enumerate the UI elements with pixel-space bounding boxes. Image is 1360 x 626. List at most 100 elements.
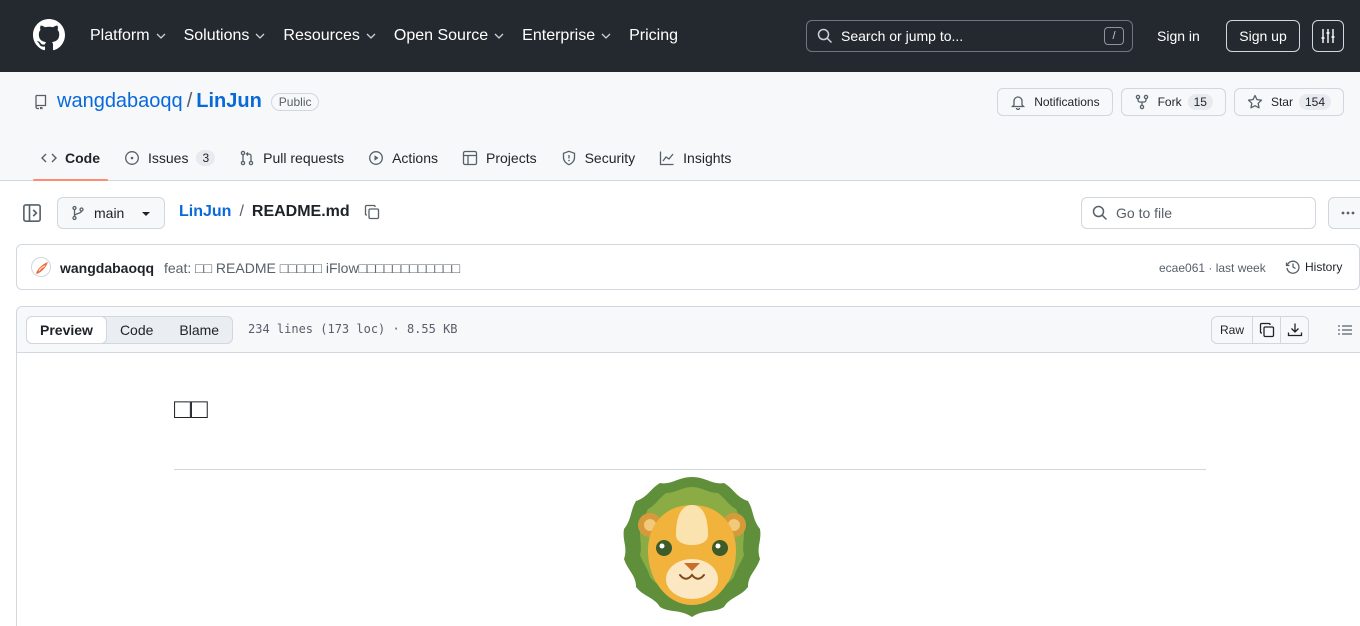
chevron-down-icon xyxy=(156,33,166,39)
copy-icon xyxy=(1259,322,1274,338)
star-count: 154 xyxy=(1298,94,1331,110)
sign-in-link[interactable]: Sign in xyxy=(1146,20,1211,52)
tab-label: Actions xyxy=(392,150,439,166)
tab-security[interactable]: Security xyxy=(553,136,644,180)
avatar-image xyxy=(36,262,48,274)
nav-label: Open Source xyxy=(393,27,489,44)
shield-icon xyxy=(562,150,575,166)
download-icon xyxy=(1287,323,1302,337)
tab-insights[interactable]: Insights xyxy=(651,136,739,180)
code-icon xyxy=(41,153,57,163)
history-label: History xyxy=(1305,260,1343,274)
tab-label: Projects xyxy=(486,150,537,166)
tab-code[interactable]: Code xyxy=(33,136,108,181)
nav-label: Enterprise xyxy=(522,27,596,44)
nav-pricing[interactable]: Pricing xyxy=(629,27,678,45)
tab-label: Code xyxy=(65,150,100,166)
breadcrumb: LinJun / README.md xyxy=(179,203,380,221)
go-to-file-input[interactable]: Go to file xyxy=(1081,197,1316,229)
copy-path-icon[interactable] xyxy=(364,204,380,220)
global-search-input[interactable]: Search or jump to... / xyxy=(806,20,1133,52)
fork-count: 15 xyxy=(1187,94,1213,110)
repo-owner-link[interactable]: wangdabaoqq xyxy=(57,90,183,113)
history-icon xyxy=(1285,260,1300,274)
menu-button[interactable] xyxy=(1312,20,1344,52)
commit-author-link[interactable]: wangdabaoqq xyxy=(60,260,154,276)
search-icon xyxy=(817,28,833,44)
more-options-button[interactable] xyxy=(1328,197,1360,229)
breadcrumb-repo-link[interactable]: LinJun xyxy=(179,203,231,221)
sliders-icon xyxy=(1321,29,1335,43)
file-viewer: Preview Code Blame 234 lines (173 loc) ·… xyxy=(16,306,1360,626)
tab-pull-requests[interactable]: Pull requests xyxy=(231,136,352,180)
nav-label: Pricing xyxy=(629,27,678,44)
visibility-badge: Public xyxy=(270,92,320,111)
graph-icon xyxy=(660,151,674,166)
nav-solutions[interactable]: Solutions xyxy=(184,27,266,45)
history-button[interactable]: History xyxy=(1285,259,1342,275)
nav-label: Resources xyxy=(283,27,360,44)
bell-icon xyxy=(1011,96,1026,110)
readme-content: □□ xyxy=(174,353,1206,617)
kebab-horizontal-icon xyxy=(1341,211,1355,215)
play-icon xyxy=(369,151,384,165)
caret-down-icon xyxy=(142,212,150,216)
tab-label: Insights xyxy=(683,150,732,166)
fork-label: Fork xyxy=(1157,95,1182,109)
commit-sha-time[interactable]: ecae061 · last week xyxy=(1159,261,1266,275)
lion-mascot-image xyxy=(623,477,761,617)
notifications-button[interactable]: Notifications xyxy=(997,88,1113,116)
star-icon xyxy=(1247,94,1263,109)
fork-button[interactable]: Fork 15 xyxy=(1120,88,1226,116)
tab-label: Issues xyxy=(148,150,189,166)
nav-enterprise[interactable]: Enterprise xyxy=(522,27,611,45)
nav-platform[interactable]: Platform xyxy=(90,27,166,45)
tab-label: Security xyxy=(584,150,636,166)
tab-issues[interactable]: Issues 3 xyxy=(116,136,223,180)
branch-name: main xyxy=(94,205,125,221)
raw-button[interactable]: Raw xyxy=(1211,316,1254,344)
view-mode-segmented-control: Preview Code Blame xyxy=(26,316,234,344)
nav-resources[interactable]: Resources xyxy=(283,27,376,45)
outline-button[interactable] xyxy=(1331,316,1359,344)
download-button[interactable] xyxy=(1281,316,1310,344)
nav-label: Solutions xyxy=(183,27,250,44)
latest-commit-box: wangdabaoqq feat: □□ README □□□□□ iFlow□… xyxy=(16,244,1360,290)
repo-icon xyxy=(35,94,47,109)
chevron-down-icon xyxy=(255,33,265,39)
notifications-label: Notifications xyxy=(1034,95,1100,109)
repo-name-link[interactable]: LinJun xyxy=(196,90,262,113)
chevron-down-icon xyxy=(601,33,611,39)
copy-raw-button[interactable] xyxy=(1253,316,1282,344)
chevron-down-icon xyxy=(494,33,504,39)
sidebar-expand-icon[interactable] xyxy=(22,203,42,223)
breadcrumb-file: README.md xyxy=(251,203,350,220)
chevron-down-icon xyxy=(366,33,376,39)
repo-tabs: Code Issues 3 Pull requests Actions Proj… xyxy=(33,136,747,181)
branch-selector[interactable]: main xyxy=(57,197,165,229)
nav-label: Platform xyxy=(90,27,150,44)
file-nav-bar: main LinJun / README.md Go to file xyxy=(0,181,1360,245)
code-tab[interactable]: Code xyxy=(107,317,166,343)
breadcrumb-separator: / xyxy=(239,203,244,220)
star-label: Star xyxy=(1270,95,1293,109)
file-info: 234 lines (173 loc) · 8.55 KB xyxy=(248,322,458,336)
blame-tab[interactable]: Blame xyxy=(166,317,232,343)
repo-separator: / xyxy=(186,90,193,112)
sign-up-button[interactable]: Sign up xyxy=(1226,20,1300,52)
github-logo-icon[interactable] xyxy=(33,19,65,51)
file-actions: Raw xyxy=(1211,316,1359,344)
preview-tab[interactable]: Preview xyxy=(26,316,107,344)
commit-message-link[interactable]: feat: □□ README □□□□□ iFlow□□□□□□□□□□□□ xyxy=(164,260,460,276)
pull-request-icon xyxy=(240,150,254,166)
tab-actions[interactable]: Actions xyxy=(360,136,446,180)
star-button[interactable]: Star 154 xyxy=(1233,88,1344,116)
search-shortcut-hint: / xyxy=(1104,27,1124,45)
nav-open-source[interactable]: Open Source xyxy=(394,27,504,45)
repo-header: wangdabaoqq / LinJun Public Notification… xyxy=(0,72,1360,181)
readme-heading: □□ xyxy=(174,387,1206,470)
file-toolbar: Preview Code Blame 234 lines (173 loc) ·… xyxy=(17,307,1360,353)
search-placeholder: Search or jump to... xyxy=(841,28,964,44)
tab-projects[interactable]: Projects xyxy=(454,136,545,180)
avatar[interactable] xyxy=(31,257,51,277)
